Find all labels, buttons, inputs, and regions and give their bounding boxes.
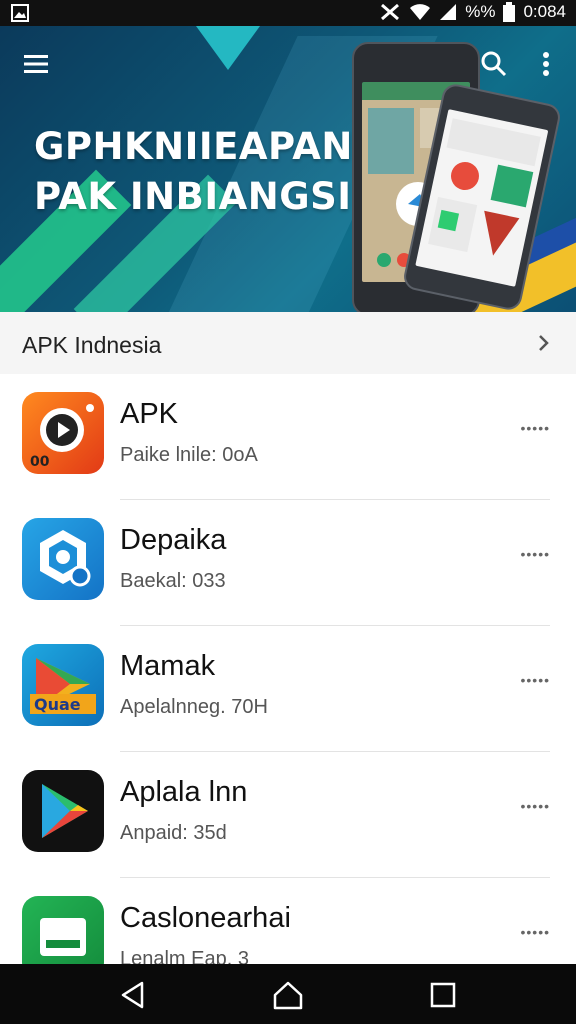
more-options-button[interactable]: ••••• [520,420,550,436]
banner-title-line2: PAK INBIANGSI [34,175,352,218]
battery-icon [503,2,516,22]
clock: 0:084 [523,2,566,21]
banner-title-line1: GPHKNIIEAPAN [34,125,353,168]
app-meta: Lenalm Eap. 3 [120,948,249,964]
battery-percent: %% [465,2,496,21]
hero-banner: GPHKNIIEAPAN PAK INBIANGSI [0,26,576,312]
more-options-button[interactable]: ••••• [520,672,550,688]
list-item[interactable]: Aplala lnn Anpaid: 35d ••••• [0,752,576,878]
signal-icon [440,4,457,20]
list-item[interactable]: 00 APK Paike lnile: 0oA ••••• [0,374,576,500]
search-button[interactable] [478,48,510,80]
play-triangle-icon [42,784,88,838]
app-meta: Apelalnneg. 70H [120,696,268,718]
app-icon-green [22,896,104,964]
recents-icon[interactable] [426,978,460,1012]
list-item[interactable]: Quae Mamak Apelalnneg. 70H ••••• [0,626,576,752]
hexagon-icon [40,530,91,587]
search-icon [481,51,507,77]
back-icon[interactable] [116,978,150,1012]
more-vert-icon [543,52,549,76]
menu-icon [24,55,48,73]
home-icon[interactable] [271,978,305,1012]
chevron-right-icon [539,335,549,351]
app-icon-play-store: Quae [22,644,104,726]
app-name: APK [120,398,179,430]
app-meta: Paike lnile: 0oA [120,444,258,466]
banner-title: GPHKNIIEAPAN PAK INBIANGSI [34,122,353,222]
app-name: Caslonearhai [120,902,291,934]
more-options-button[interactable]: ••••• [520,798,550,814]
phone-screen [415,109,549,287]
svg-text:00: 00 [30,454,50,470]
app-meta: Baekal: 033 [120,570,226,592]
image-icon [11,4,29,22]
banner-triangle [196,26,260,70]
overflow-menu-button[interactable] [530,48,562,80]
app-name: Depaika [120,524,227,556]
play-icon: Quae [30,658,96,714]
more-options-button[interactable]: ••••• [520,546,550,562]
status-bar: %% 0:084 [0,0,576,26]
list-item[interactable]: Depaika Baekal: 033 ••••• [0,500,576,626]
app-name: Aplala lnn [120,776,248,808]
wifi-icon [410,4,431,20]
menu-button[interactable] [20,48,52,80]
no-signal-icon [381,3,400,21]
app-icon-hexagon [22,518,104,600]
app-meta: Anpaid: 35d [120,822,227,844]
app-icon-play [22,770,104,852]
more-options-button[interactable]: ••••• [520,924,550,940]
navigation-bar [0,964,576,1024]
camera-icon: 00 [30,404,94,470]
section-header[interactable]: APK Indnesia [0,312,576,374]
app-list: 00 APK Paike lnile: 0oA ••••• Depaika Ba… [0,374,576,964]
app-name: Mamak [120,650,216,682]
section-title: APK Indnesia [22,332,162,358]
app-icon-camera: 00 [22,392,104,474]
phone-screen-art [428,118,541,256]
document-icon [40,918,86,956]
list-item[interactable]: Caslonearhai Lenalm Eap. 3 ••••• [0,878,576,964]
svg-text:Quae: Quae [34,695,81,714]
